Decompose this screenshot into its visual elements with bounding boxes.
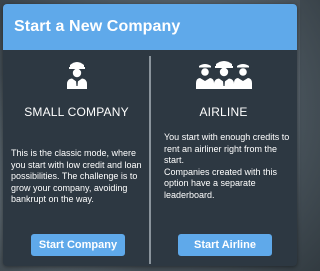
option-title-small-company: SMALL COMPANY [24,105,129,119]
option-description-airline: You start with enough credits to rent an… [164,132,292,201]
option-divider [149,56,151,264]
airline-crew-icon [150,58,297,90]
option-small-company: SMALL COMPANY This is the classic mode, … [3,50,150,266]
option-title-airline: AIRLINE [199,105,248,119]
start-company-button[interactable]: Start Company [31,234,125,256]
dialog-title: Start a New Company [14,18,181,35]
option-description-small-company: This is the classic mode, where you star… [11,148,142,204]
dialog-header: Start a New Company [3,4,297,50]
option-airline: AIRLINE You start with enough credits to… [150,50,297,266]
option-description-airline-line-2: Companies created with this option have … [164,166,278,200]
start-airline-button[interactable]: Start Airline [178,234,272,256]
person-with-cap-icon [3,58,150,90]
option-description-airline-line-1: You start with enough credits to rent an… [164,132,290,165]
start-company-dialog: Start a New Company SMALL COMPANY This i… [3,4,297,266]
